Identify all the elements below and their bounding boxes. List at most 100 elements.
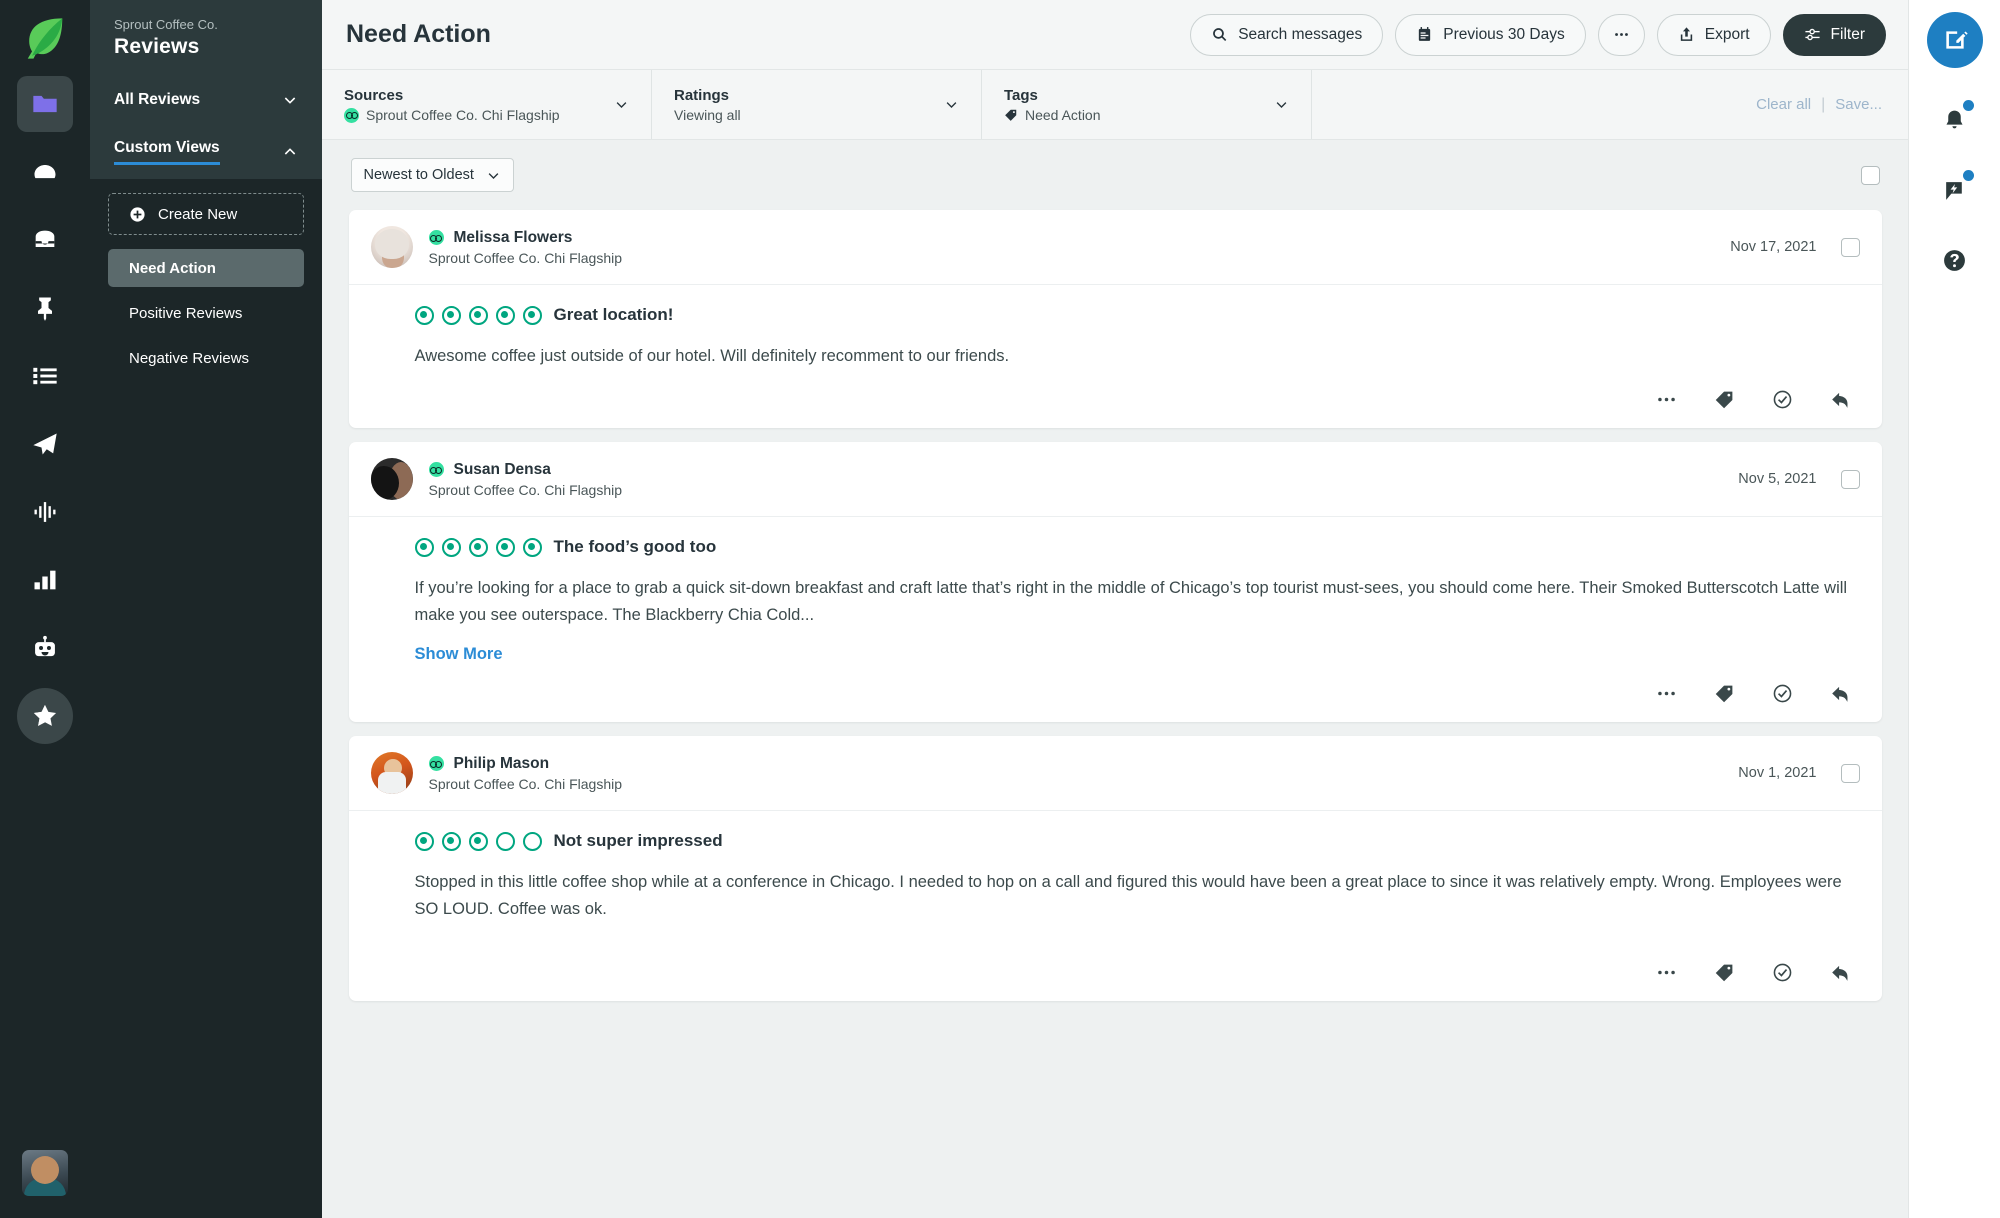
nav-header: Sprout Coffee Co. Reviews <box>90 0 322 75</box>
custom-views-list: Create New Need Action Positive Reviews … <box>90 179 322 384</box>
folder-icon <box>33 95 57 113</box>
filter-button[interactable]: Filter <box>1782 13 1886 56</box>
review-select-checkbox[interactable] <box>1840 237 1860 257</box>
filter-label: Filter <box>1830 25 1865 43</box>
sidebar-item-publishing[interactable] <box>17 76 73 132</box>
reply-icon[interactable] <box>1830 682 1852 704</box>
plus-circle-icon <box>130 206 145 222</box>
filter-tags[interactable]: Tags Need Action <box>982 70 1312 139</box>
filter-sources-label: Sources <box>344 87 404 104</box>
whats-new-button[interactable] <box>1933 168 1977 212</box>
reviews-list: Newest to Oldest Melissa Flowers Sprout … <box>333 158 1898 1001</box>
review-date: Nov 5, 2021 <box>1738 471 1817 487</box>
filter-bar-links: Clear all | Save... <box>1756 70 1908 139</box>
complete-icon[interactable] <box>1772 388 1794 410</box>
more-icon[interactable] <box>1656 388 1678 410</box>
tag-icon[interactable] <box>1714 961 1736 983</box>
tag-icon[interactable] <box>1714 388 1736 410</box>
listening-waveform-icon <box>34 502 56 522</box>
notifications-button[interactable] <box>1933 98 1977 142</box>
sprout-leaf-logo[interactable] <box>22 14 68 60</box>
tripadvisor-icon <box>428 230 444 245</box>
more-options-button[interactable] <box>1597 13 1645 56</box>
sidebar-item-negative-reviews[interactable]: Negative Reviews <box>108 339 304 377</box>
review-actions <box>349 664 1882 722</box>
rating-dot <box>495 305 515 325</box>
filter-sliders-icon <box>1804 28 1820 41</box>
review-title: Great location! <box>553 305 674 324</box>
reply-icon[interactable] <box>1830 961 1852 983</box>
reply-icon[interactable] <box>1830 388 1852 410</box>
inbox-icon <box>35 230 55 247</box>
bell-icon <box>1946 110 1963 128</box>
half-star-icon <box>33 704 57 726</box>
review-select-checkbox[interactable] <box>1840 469 1860 489</box>
sidebar-item-listening[interactable] <box>17 484 73 540</box>
date-range-label: Previous 30 Days <box>1443 25 1565 43</box>
rating-dot <box>414 831 434 851</box>
complete-icon[interactable] <box>1772 961 1794 983</box>
create-new-view-button[interactable]: Create New <box>108 193 304 235</box>
sidebar-item-publishing-send[interactable] <box>17 416 73 472</box>
create-new-label: Create New <box>158 205 238 223</box>
review-author-name: Melissa Flowers <box>453 228 573 246</box>
main-region: Need Action Search messages Previous 30 … <box>322 0 1908 1218</box>
sidebar-item-pinned[interactable] <box>17 280 73 336</box>
filter-ratings[interactable]: Ratings Viewing all <box>652 70 982 139</box>
nav-section-custom-views[interactable]: Custom Views <box>90 123 322 179</box>
review-source: Sprout Coffee Co. Chi Flagship <box>428 481 623 498</box>
chevron-down-icon <box>284 97 296 104</box>
sidebar-item-bots[interactable] <box>17 620 73 676</box>
search-messages-button[interactable]: Search messages <box>1190 13 1384 56</box>
export-button[interactable]: Export <box>1656 13 1771 56</box>
page-title: Need Action <box>346 20 491 48</box>
avatar <box>370 752 413 794</box>
review-date: Nov 1, 2021 <box>1738 765 1817 781</box>
show-more-button[interactable]: Show More <box>415 645 1860 664</box>
clear-all-button[interactable]: Clear all <box>1756 96 1811 113</box>
review-author-name: Susan Densa <box>453 460 551 478</box>
sidebar-item-tasks[interactable] <box>17 348 73 404</box>
review-body: Great location! Awesome coffee just outs… <box>349 285 1882 370</box>
sidebar-item-smart-inbox[interactable] <box>17 212 73 268</box>
select-all-checkbox[interactable] <box>1860 165 1880 185</box>
sort-select[interactable]: Newest to Oldest <box>350 158 514 192</box>
rating-dot <box>468 831 488 851</box>
rating-dot <box>441 831 461 851</box>
compose-button[interactable] <box>1926 12 1983 68</box>
tag-icon[interactable] <box>1714 682 1736 704</box>
export-label: Export <box>1704 25 1750 43</box>
nav-section-all-reviews[interactable]: All Reviews <box>90 75 322 123</box>
review-author-name: Philip Mason <box>453 754 550 772</box>
rating-dot <box>414 305 434 325</box>
app-root: Sprout Coffee Co. Reviews All Reviews Cu… <box>0 0 2000 1218</box>
sidebar-item-reviews[interactable] <box>17 688 73 744</box>
more-icon[interactable] <box>1656 961 1678 983</box>
date-range-button[interactable]: Previous 30 Days <box>1395 13 1586 56</box>
help-button[interactable] <box>1933 238 1977 282</box>
avatar[interactable] <box>22 1150 68 1196</box>
filter-tags-value-row: Need Action <box>1004 107 1101 123</box>
review-card: Susan Densa Sprout Coffee Co. Chi Flagsh… <box>348 442 1882 722</box>
rating-dot <box>522 831 542 851</box>
save-view-button[interactable]: Save... <box>1835 96 1882 113</box>
feedback-bolt-icon <box>1946 181 1962 200</box>
review-select-checkbox[interactable] <box>1840 763 1860 783</box>
chevron-down-icon <box>1276 102 1287 108</box>
sidebar-item-need-action[interactable]: Need Action <box>108 249 304 287</box>
rating-dot <box>468 537 488 557</box>
rating-dot <box>441 537 461 557</box>
sidebar-item-positive-reviews[interactable]: Positive Reviews <box>108 294 304 332</box>
pin-icon <box>38 297 52 321</box>
rating-dots <box>414 831 542 851</box>
sidebar-item-reports[interactable] <box>17 552 73 608</box>
list-icon <box>33 367 57 385</box>
complete-icon[interactable] <box>1772 682 1794 704</box>
filter-sources[interactable]: Sources Sprout Coffee Co. Chi Flagship <box>322 70 652 139</box>
sidebar-item-dashboard[interactable] <box>17 144 73 200</box>
review-date: Nov 17, 2021 <box>1730 239 1817 255</box>
more-icon[interactable] <box>1656 682 1678 704</box>
review-author-block: Susan Densa Sprout Coffee Co. Chi Flagsh… <box>428 460 623 498</box>
reviews-content: Newest to Oldest Melissa Flowers Sprout … <box>322 140 1908 1218</box>
review-header: Melissa Flowers Sprout Coffee Co. Chi Fl… <box>348 210 1882 285</box>
